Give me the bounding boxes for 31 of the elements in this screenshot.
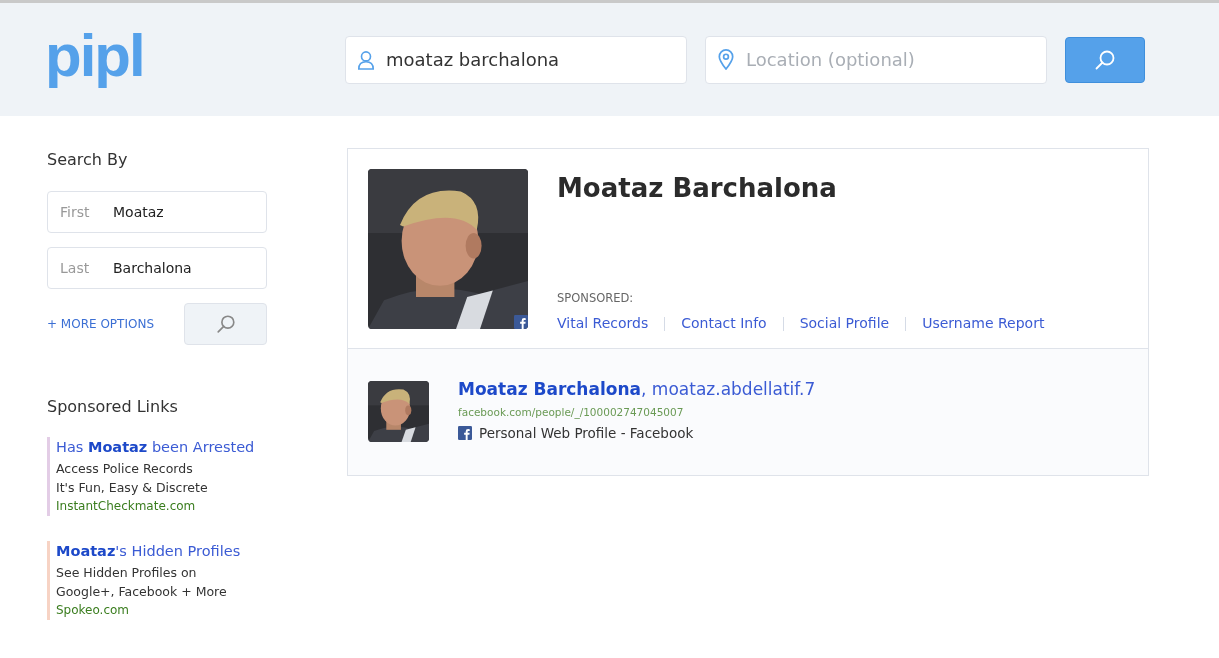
sponsored-links-title: Sponsored Links: [47, 396, 179, 418]
facebook-icon: [514, 315, 528, 329]
location-pin-icon: [718, 48, 734, 70]
result-title-link[interactable]: Moataz Barchalona, moataz.abdellatif.7: [458, 377, 816, 403]
sponsored-link[interactable]: Vital Records: [557, 313, 649, 335]
name-search-field[interactable]: moataz barchalona: [345, 35, 687, 84]
sidebar-title: Search By: [47, 149, 129, 171]
ad-url: Spokeo.com: [56, 601, 131, 619]
result-url: facebook.com/people/_/100002747045007: [458, 404, 685, 421]
ad-url: InstantCheckmate.com: [56, 497, 197, 515]
sponsored-link[interactable]: Social Profile: [799, 313, 890, 335]
ad-text: See Hidden Profiles on: [56, 563, 198, 582]
search-icon: [214, 313, 237, 335]
search-button[interactable]: [1065, 36, 1145, 83]
facebook-icon: [458, 426, 472, 441]
ad-headline-link[interactable]: Moataz's Hidden Profiles: [56, 540, 287, 563]
ad-headline-link[interactable]: Has Moataz been Arrested: [56, 437, 287, 459]
sidebar-search-button[interactable]: [184, 303, 267, 345]
field-label: Last: [60, 259, 90, 278]
ad-text: It's Fun, Easy & Discrete: [56, 478, 209, 497]
sponsored-link[interactable]: Contact Info: [681, 313, 767, 335]
sponsored-label: SPONSORED:: [557, 290, 635, 307]
field-label: First: [60, 203, 90, 222]
ad-text: Access Police Records: [56, 459, 194, 478]
person-icon: [357, 49, 375, 70]
sponsored-link[interactable]: Username Report: [922, 313, 1045, 335]
result-source: Personal Web Profile - Facebook: [479, 424, 694, 444]
more-options-link[interactable]: + MORE OPTIONS: [47, 315, 154, 333]
ad-text: Google+, Facebook + More: [56, 582, 228, 601]
profile-name: Moataz Barchalona: [557, 172, 838, 205]
location-search-field[interactable]: Location (optional): [705, 35, 1047, 84]
